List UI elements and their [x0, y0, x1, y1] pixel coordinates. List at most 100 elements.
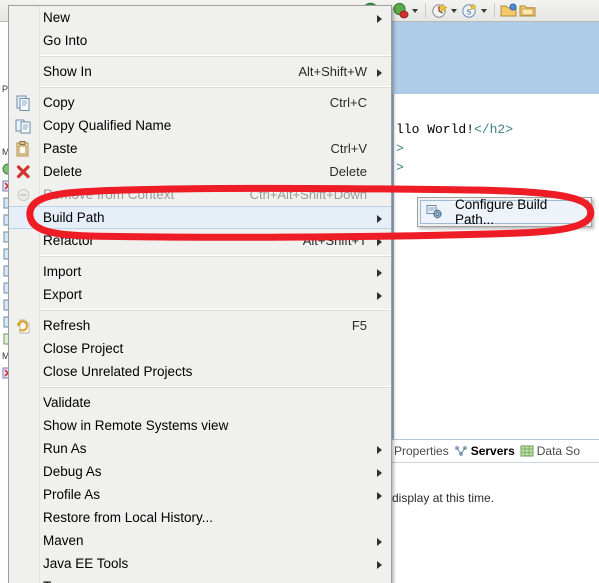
menu-separator — [39, 309, 391, 311]
menu-item-copy-qualified-name[interactable]: Copy Qualified Name — [9, 114, 391, 137]
menu-separator — [39, 386, 391, 388]
menu-item-label: Refresh — [43, 318, 91, 333]
menu-item-show-in[interactable]: Show In Alt+Shift+W — [9, 60, 391, 83]
copy-icon — [15, 95, 32, 111]
copy-qualified-icon — [15, 118, 32, 134]
menu-item-validate[interactable]: Validate — [9, 391, 391, 414]
bottom-view-panel: Properties Servers Data So display at th… — [392, 439, 599, 583]
refresh-icon — [15, 318, 32, 334]
menu-separator — [39, 86, 391, 88]
menu-item-label: Paste — [43, 141, 78, 156]
debug-dropdown-arrow[interactable] — [411, 2, 420, 19]
tab-servers[interactable]: Servers — [454, 444, 515, 458]
profile-icon[interactable] — [431, 2, 448, 19]
menu-item-label: New — [43, 10, 71, 25]
menu-item-show-in-remote-systems-view[interactable]: Show in Remote Systems view — [9, 414, 391, 437]
svg-text:S: S — [467, 7, 471, 16]
search-dropdown-arrow[interactable] — [480, 2, 489, 19]
menu-item-label: Delete — [43, 164, 83, 179]
eclipse-window: S P M M llo World!</h2> > > Properties S… — [0, 0, 599, 583]
menu-separator — [39, 55, 391, 57]
menu-item-label: Validate — [43, 395, 91, 410]
menu-item-delete[interactable]: Delete Delete — [9, 160, 391, 183]
servers-icon — [454, 445, 468, 457]
configure-build-path-icon — [426, 204, 443, 220]
delete-icon — [15, 164, 32, 180]
menu-item-import[interactable]: Import — [9, 260, 391, 283]
menu-item-label: Go Into — [43, 33, 88, 48]
tab-data-source-label: Data So — [536, 444, 581, 458]
menu-item-team[interactable]: Team — [9, 575, 391, 583]
data-source-icon — [520, 445, 534, 457]
menu-item-copy[interactable]: Copy Ctrl+C — [9, 91, 391, 114]
open-folder-icon[interactable] — [500, 2, 517, 19]
submenu-item-configure-build-path[interactable]: Configure Build Path... — [420, 197, 589, 227]
editor-tab-strip — [392, 22, 599, 94]
menu-item-refresh[interactable]: Refresh F5 — [9, 314, 391, 337]
menu-item-label: Profile As — [43, 487, 101, 502]
menu-item-label: Run As — [43, 441, 87, 456]
menu-item-accel: Ctrl+C — [329, 95, 367, 110]
code-line-1: llo World!</h2> — [394, 120, 599, 139]
paste-icon — [15, 140, 32, 157]
menu-item-run-as[interactable]: Run As — [9, 437, 391, 460]
menu-item-accel: Ctrl+Alt+Shift+Down — [249, 187, 367, 202]
code-line-3: > — [396, 160, 404, 175]
remove-context-icon — [15, 187, 32, 203]
profile-dropdown-arrow[interactable] — [450, 2, 459, 19]
toolbar-separator — [425, 3, 426, 18]
menu-item-go-into[interactable]: Go Into — [9, 29, 391, 52]
menu-item-debug-as[interactable]: Debug As — [9, 460, 391, 483]
tab-properties[interactable]: Properties — [394, 444, 449, 458]
menu-item-accel: Alt+Shift+T — [302, 233, 367, 248]
menu-item-label: Copy — [43, 95, 75, 110]
menu-item-label: Remove from Context — [43, 187, 175, 202]
menu-item-restore-from-local-history[interactable]: Restore from Local History... — [9, 506, 391, 529]
code-close-tag: </h2> — [474, 122, 514, 137]
context-menu[interactable]: New Go Into Show In Alt+Shift+W Copy Ctr… — [8, 5, 392, 583]
menu-item-accel: Alt+Shift+W — [298, 64, 367, 79]
menu-item-close-unrelated-projects[interactable]: Close Unrelated Projects — [9, 360, 391, 383]
menu-item-label: Build Path — [43, 210, 105, 225]
menu-item-label: Debug As — [43, 464, 102, 479]
menu-item-label: Close Unrelated Projects — [43, 364, 193, 379]
menu-item-accel: Delete — [329, 164, 367, 179]
menu-item-label: Show in Remote Systems view — [43, 418, 229, 433]
menu-item-label: Restore from Local History... — [43, 510, 214, 525]
menu-item-java-ee-tools[interactable]: Java EE Tools — [9, 552, 391, 575]
menu-item-label: Export — [43, 287, 83, 302]
menu-item-label: Refactor — [43, 233, 95, 248]
menu-item-paste[interactable]: Paste Ctrl+V — [9, 137, 391, 160]
menu-item-label: Import — [43, 264, 82, 279]
menu-item-label: Copy Qualified Name — [43, 118, 172, 133]
bottom-panel-message: display at this time. — [392, 491, 495, 505]
build-path-submenu[interactable]: Configure Build Path... — [417, 197, 592, 227]
menu-item-label: Team — [43, 579, 76, 583]
menu-item-label: Maven — [43, 533, 84, 548]
tab-servers-label: Servers — [470, 444, 515, 458]
toolbar-separator-2 — [494, 3, 495, 18]
menu-item-build-path[interactable]: Build Path — [9, 206, 391, 229]
code-text: llo World! — [396, 122, 475, 137]
submenu-item-label: Configure Build Path... — [455, 197, 548, 227]
menu-item-label: Java EE Tools — [43, 556, 129, 571]
source-editor[interactable]: llo World!</h2> > > — [392, 94, 599, 439]
menu-item-label: Show In — [43, 64, 92, 79]
menu-item-export[interactable]: Export — [9, 283, 391, 306]
menu-item-close-project[interactable]: Close Project — [9, 337, 391, 360]
search-icon[interactable]: S — [461, 2, 478, 19]
menu-item-new[interactable]: New — [9, 6, 391, 29]
menu-item-remove-from-context: Remove from Context Ctrl+Alt+Shift+Down — [9, 183, 391, 206]
menu-item-accel: Ctrl+V — [330, 141, 367, 156]
menu-item-refactor[interactable]: Refactor Alt+Shift+T — [9, 229, 391, 252]
menu-item-profile-as[interactable]: Profile As — [9, 483, 391, 506]
tab-data-source[interactable]: Data So — [520, 444, 580, 458]
menu-separator — [39, 255, 391, 257]
debug-icon[interactable] — [392, 2, 409, 19]
tab-properties-label: Properties — [394, 444, 449, 458]
menu-item-maven[interactable]: Maven — [9, 529, 391, 552]
bottom-panel-tabs: Properties Servers Data So — [392, 440, 599, 463]
menu-item-label: Close Project — [43, 341, 124, 356]
menu-item-accel: F5 — [351, 318, 367, 333]
open-folder2-icon[interactable] — [519, 2, 536, 19]
